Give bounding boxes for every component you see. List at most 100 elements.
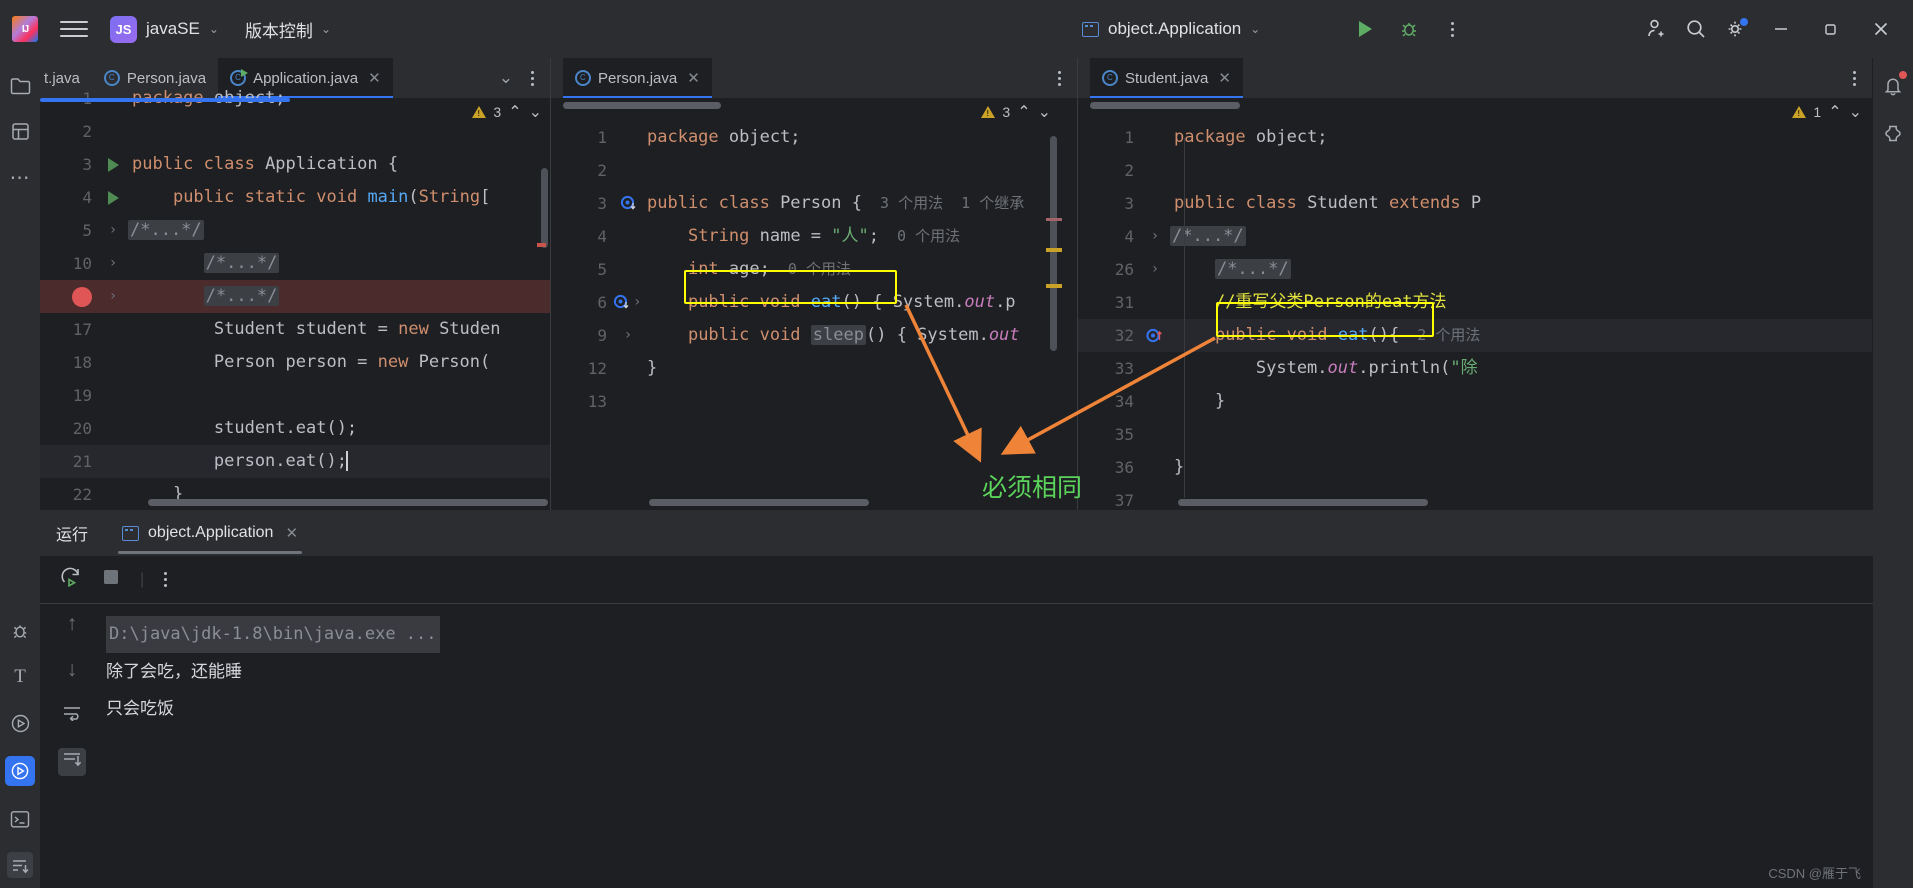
title-bar: IJ JS javaSE ⌄ 版本控制 ⌄ object.Application… — [0, 0, 1913, 58]
code-line-breakpoint: › /*...*/ — [40, 280, 550, 313]
fold-arrow-icon[interactable]: › — [98, 247, 128, 280]
more-options-icon[interactable] — [164, 572, 168, 587]
implemented-by-gutter-icon[interactable] — [613, 195, 643, 212]
code-line: 5 int age; 0 个用法 — [597, 259, 851, 279]
run-configuration-selector[interactable]: object.Application ⌄ — [1082, 19, 1260, 39]
more-options-icon[interactable] — [1845, 70, 1864, 86]
next-problem-icon[interactable]: ⌄ — [1038, 102, 1051, 122]
watermark: CSDN @雁于飞 — [1768, 866, 1861, 881]
inspection-widget-left[interactable]: 3 ⌃ ⌄ — [472, 102, 542, 122]
close-icon[interactable]: ✕ — [1218, 69, 1231, 87]
vertical-scrollbar-middle[interactable] — [1050, 136, 1057, 351]
fold-arrow-icon[interactable]: › — [1140, 253, 1170, 286]
prev-problem-icon[interactable]: ⌃ — [1828, 102, 1841, 122]
project-selector[interactable]: JS javaSE ⌄ — [110, 15, 219, 43]
titlebar-right-icons — [1639, 0, 1903, 58]
project-tool-icon[interactable] — [7, 72, 33, 98]
folded-region[interactable]: /*...*/ — [203, 286, 280, 306]
debug-tool-icon[interactable] — [7, 618, 33, 644]
prev-problem-icon[interactable]: ⌃ — [508, 102, 521, 122]
structure-tool-icon[interactable] — [7, 118, 33, 144]
run-gutter-icon[interactable] — [98, 190, 128, 205]
settings-icon[interactable] — [1719, 12, 1753, 46]
horizontal-scrollbar-left[interactable] — [148, 499, 548, 506]
run-gutter-icon[interactable] — [98, 157, 128, 172]
maximize-button[interactable] — [1809, 9, 1853, 49]
code-line: 4 ›/*...*/ — [1078, 220, 1872, 253]
run-tab-object-application[interactable]: object.Application ✕ — [110, 510, 310, 556]
version-control-menu[interactable]: 版本控制 ⌄ — [245, 17, 331, 42]
code-line: 1package object; — [597, 127, 801, 147]
folded-region[interactable]: /*...*/ — [203, 253, 280, 273]
rerun-icon[interactable] — [60, 566, 82, 593]
fold-arrow-icon[interactable]: › — [1140, 220, 1170, 253]
fold-arrow-icon[interactable]: › — [98, 214, 128, 247]
tab-person-java-middle[interactable]: C Person.java ✕ — [563, 58, 712, 98]
run-tool-window: 运行 object.Application ✕ | ↑ ↓ D:\java\jd… — [40, 510, 1873, 888]
more-options-icon[interactable] — [1050, 70, 1069, 86]
add-user-icon[interactable] — [1639, 12, 1673, 46]
warning-count: 3 — [1002, 104, 1011, 120]
run-icon[interactable] — [1348, 12, 1382, 46]
stop-icon[interactable] — [102, 568, 120, 591]
java-class-icon: C — [575, 70, 591, 86]
tab-label: Student.java — [1125, 69, 1209, 87]
sort-tool-icon[interactable] — [7, 852, 33, 878]
code-line: 6 › public void eat() { System.out.p — [551, 286, 1077, 319]
code-view-person[interactable]: 1 package object; 2 3 public class Person … — [551, 98, 1077, 510]
code-line: 3 public class Person { 3 个用法 1 个继承 — [597, 193, 1025, 213]
search-icon[interactable] — [1679, 12, 1713, 46]
soft-wrap-icon[interactable] — [62, 704, 82, 726]
scroll-down-icon[interactable]: ↓ — [67, 658, 78, 682]
close-icon[interactable]: ✕ — [285, 524, 298, 542]
vertical-scrollbar-left[interactable] — [541, 168, 548, 248]
fold-arrow-icon[interactable]: › — [613, 319, 643, 352]
terminal-type-icon[interactable]: T — [7, 664, 33, 690]
code-line: 17 Student student = new Studen — [72, 319, 501, 339]
close-icon[interactable]: ✕ — [687, 69, 700, 87]
scroll-to-end-icon[interactable] — [58, 748, 86, 776]
fold-arrow-icon[interactable]: › — [633, 286, 641, 319]
horizontal-scrollbar-right[interactable] — [1178, 499, 1428, 506]
run-config-name: object.Application — [1108, 19, 1242, 38]
editor-pane-person: C Person.java ✕ 3 ⌃ ⌄ 1package object; 2… — [551, 58, 1078, 510]
run-tool-icon[interactable] — [5, 756, 35, 786]
editor-pane-application: t.java C Person.java C Application.java … — [40, 58, 551, 510]
inspection-widget-right[interactable]: 1 ⌃ ⌄ — [1792, 102, 1862, 122]
code-view-student[interactable]: 1 package object; 2 3 public class Student… — [1078, 98, 1872, 510]
tab-scroll-indicator-right[interactable] — [1090, 102, 1240, 109]
minimize-button[interactable] — [1759, 9, 1803, 49]
next-problem-icon[interactable]: ⌄ — [1849, 102, 1862, 122]
run-panel-toolbar: | — [40, 556, 1873, 604]
hamburger-menu-icon[interactable] — [60, 18, 88, 40]
warning-stripe-mark — [1046, 284, 1062, 288]
more-tool-icon[interactable]: ⋯ — [7, 164, 33, 190]
horizontal-scrollbar-middle[interactable] — [649, 499, 869, 506]
tab-student-java-right[interactable]: C Student.java ✕ — [1090, 58, 1243, 98]
more-options-icon[interactable] — [1435, 12, 1469, 46]
inspection-widget-middle[interactable]: 3 ⌃ ⌄ — [981, 102, 1051, 122]
close-button[interactable] — [1859, 9, 1903, 49]
folded-region[interactable]: /*...*/ — [128, 220, 204, 240]
console-output[interactable]: ↑ ↓ D:\java\jdk-1.8\bin\java.exe ... 除了会… — [40, 604, 1873, 776]
tab-scroll-indicator-middle[interactable] — [563, 102, 721, 109]
terminal-tool-icon[interactable] — [7, 806, 33, 832]
text-caret — [345, 451, 359, 471]
breakpoint-icon[interactable] — [72, 286, 92, 307]
ai-assistant-icon[interactable] — [1880, 120, 1906, 146]
warning-icon — [981, 106, 996, 118]
folded-region[interactable]: /*...*/ — [1214, 259, 1291, 279]
prev-problem-icon[interactable]: ⌃ — [1017, 102, 1030, 122]
folded-region[interactable]: /*...*/ — [1170, 226, 1246, 246]
scroll-up-icon[interactable]: ↑ — [67, 612, 78, 636]
overriding-method-gutter-icon[interactable] — [1140, 327, 1170, 344]
notifications-icon[interactable] — [1880, 71, 1907, 98]
next-problem-icon[interactable]: ⌄ — [529, 102, 542, 122]
console-icon — [122, 525, 140, 541]
fold-arrow-icon[interactable]: › — [98, 280, 128, 313]
code-view-application[interactable]: 1package object; 2 3public class Applica… — [40, 88, 550, 510]
services-tool-icon[interactable] — [7, 710, 33, 736]
java-class-icon: C — [1102, 70, 1118, 86]
run-panel-header: 运行 object.Application ✕ — [40, 510, 1873, 556]
debug-icon[interactable] — [1392, 12, 1426, 46]
